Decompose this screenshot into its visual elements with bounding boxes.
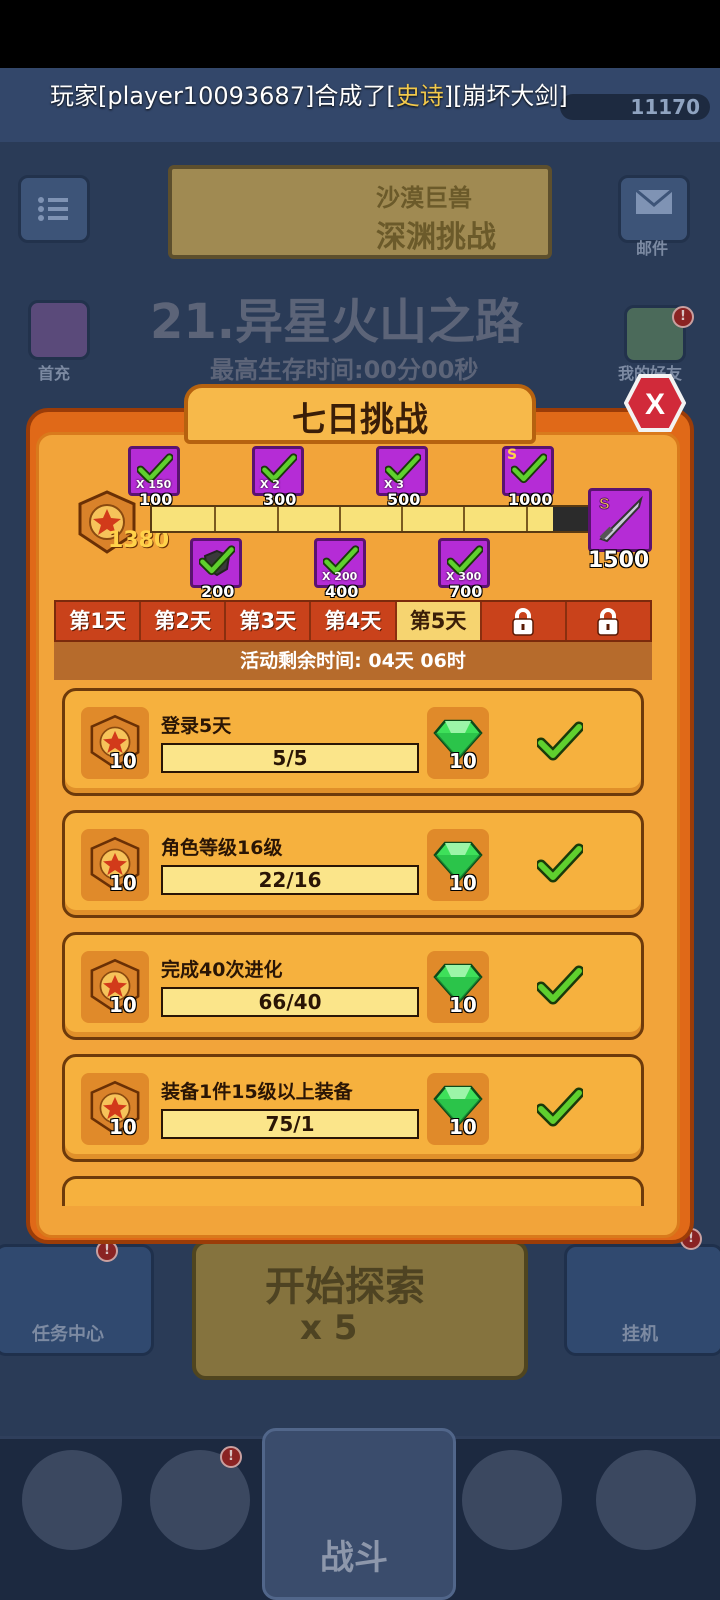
task-title: 完成40次进化 <box>161 959 283 981</box>
time-remaining: 活动剩余时间: 04天 06时 <box>54 642 652 680</box>
day-tabs: 第1天 第2天 第3天 第4天 第5天 <box>54 600 652 642</box>
task-points-value: 10 <box>109 871 137 895</box>
tab-day-4[interactable]: 第4天 <box>311 602 397 640</box>
milestone-value: 200 <box>201 582 235 601</box>
resource-counter: 11170 <box>560 94 710 120</box>
mail-icon <box>635 188 673 214</box>
task-center-label: 任务中心 <box>32 1324 104 1345</box>
task-gem-value: 10 <box>449 749 477 773</box>
task-points-value: 10 <box>109 749 137 773</box>
close-icon: X <box>623 374 687 432</box>
milestone-value: 500 <box>387 490 421 509</box>
mail-label: 邮件 <box>636 239 669 258</box>
stage-subtitle: 最高生存时间:00分00秒 <box>210 356 479 384</box>
task-card: 10 装备1件15级以上装备 75/1 10 <box>62 1054 644 1162</box>
modal-title: 七日挑战 <box>292 400 428 440</box>
milestone-value: 100 <box>139 490 173 509</box>
task-gem-value: 10 <box>449 1115 477 1139</box>
menu-button <box>18 175 90 243</box>
mail-button <box>618 175 690 243</box>
nav-pet-icon <box>462 1450 562 1550</box>
first-charge-icon <box>28 300 90 360</box>
broadcast-message: 玩家[player10093687]合成了[史诗][崩坏大剑] <box>50 76 568 111</box>
task-title: 登录5天 <box>161 715 232 737</box>
milestone-value: 700 <box>449 582 483 601</box>
task-progress: 66/40 <box>161 987 419 1017</box>
sword-icon: S <box>599 496 643 543</box>
milestone-bottom-0-reward[interactable] <box>190 538 242 588</box>
task-card: 10 完成40次进化 66/40 10 <box>62 932 644 1040</box>
nav-battle-label: 战斗 <box>320 1538 388 1578</box>
milestone-value: 300 <box>263 490 297 509</box>
time-label: 活动剩余时间: <box>240 650 362 672</box>
task-title: 装备1件15级以上装备 <box>161 1081 353 1103</box>
task-card: 10 登录5天 5/5 10 <box>62 688 644 796</box>
grand-reward-box[interactable]: S <box>588 488 652 552</box>
tab-day-7-locked[interactable] <box>567 602 650 640</box>
grand-reward-value: 1500 <box>588 548 650 573</box>
task-complete-check[interactable] <box>535 1087 585 1129</box>
progress-segment-divider <box>401 507 403 531</box>
banner-line-2: 深渊挑战 <box>376 220 496 255</box>
tab-day-2[interactable]: 第2天 <box>141 602 227 640</box>
lock-icon <box>512 608 535 636</box>
task-title: 角色等级16级 <box>161 837 283 859</box>
tab-day-1[interactable]: 第1天 <box>56 602 142 640</box>
tab-day-5[interactable]: 第5天 <box>396 602 482 640</box>
task-complete-check[interactable] <box>535 843 585 885</box>
check-icon <box>535 721 585 761</box>
close-button[interactable]: X <box>623 374 687 432</box>
milestone-value: 400 <box>325 582 359 601</box>
task-gem-value: 10 <box>449 871 477 895</box>
tab-day-3[interactable]: 第3天 <box>226 602 312 640</box>
task-card: 10 角色等级16级 22/16 10 <box>62 810 644 918</box>
broadcast-suffix: ][崩坏大剑] <box>443 82 568 110</box>
check-icon <box>535 1087 585 1127</box>
broadcast-rarity: 史诗 <box>395 82 444 110</box>
svg-text:S: S <box>599 496 610 513</box>
first-charge-label: 首充 <box>38 364 71 383</box>
task-points-value: 10 <box>109 993 137 1017</box>
close-label: X <box>645 388 665 421</box>
milestone-value: 1000 <box>508 490 553 509</box>
progress-segment-divider <box>463 507 465 531</box>
stage-title: 21.异星火山之路 <box>150 294 524 350</box>
progress-segment-divider <box>526 507 528 531</box>
explore-cost: x 5 <box>300 1308 358 1348</box>
broadcast-prefix: 玩家[player10093687]合成了[ <box>50 82 396 110</box>
tab-day-6-locked[interactable] <box>482 602 567 640</box>
nav-rank-icon <box>596 1450 696 1550</box>
time-value: 04天 06时 <box>368 650 466 672</box>
list-icon <box>38 197 68 221</box>
task-complete-check[interactable] <box>535 965 585 1007</box>
explore-label: 开始探索 <box>265 1264 425 1310</box>
task-complete-check[interactable] <box>535 721 585 763</box>
friends-alert: ! <box>672 306 694 328</box>
check-icon <box>535 843 585 883</box>
task-card-partial <box>62 1176 644 1206</box>
check-icon <box>510 453 548 484</box>
progress-segment-divider <box>339 507 341 531</box>
progress-segment-divider <box>277 507 279 531</box>
check-icon <box>198 545 236 576</box>
idle-label: 挂机 <box>622 1324 658 1345</box>
lock-icon <box>597 608 620 636</box>
task-gem-value: 10 <box>449 993 477 1017</box>
status-bar <box>0 0 720 68</box>
progress-segment-divider <box>214 507 216 531</box>
points-progress-fill <box>152 507 553 531</box>
task-progress: 22/16 <box>161 865 419 895</box>
nav-hero-alert: ! <box>220 1446 242 1468</box>
nav-shop-icon <box>22 1450 122 1550</box>
task-progress: 75/1 <box>161 1109 419 1139</box>
task-progress: 5/5 <box>161 743 419 773</box>
check-icon <box>535 965 585 1005</box>
milestone-top-3-reward[interactable]: S <box>502 446 554 496</box>
banner-line-1: 沙漠巨兽 <box>376 184 472 212</box>
task-points-value: 10 <box>109 1115 137 1139</box>
